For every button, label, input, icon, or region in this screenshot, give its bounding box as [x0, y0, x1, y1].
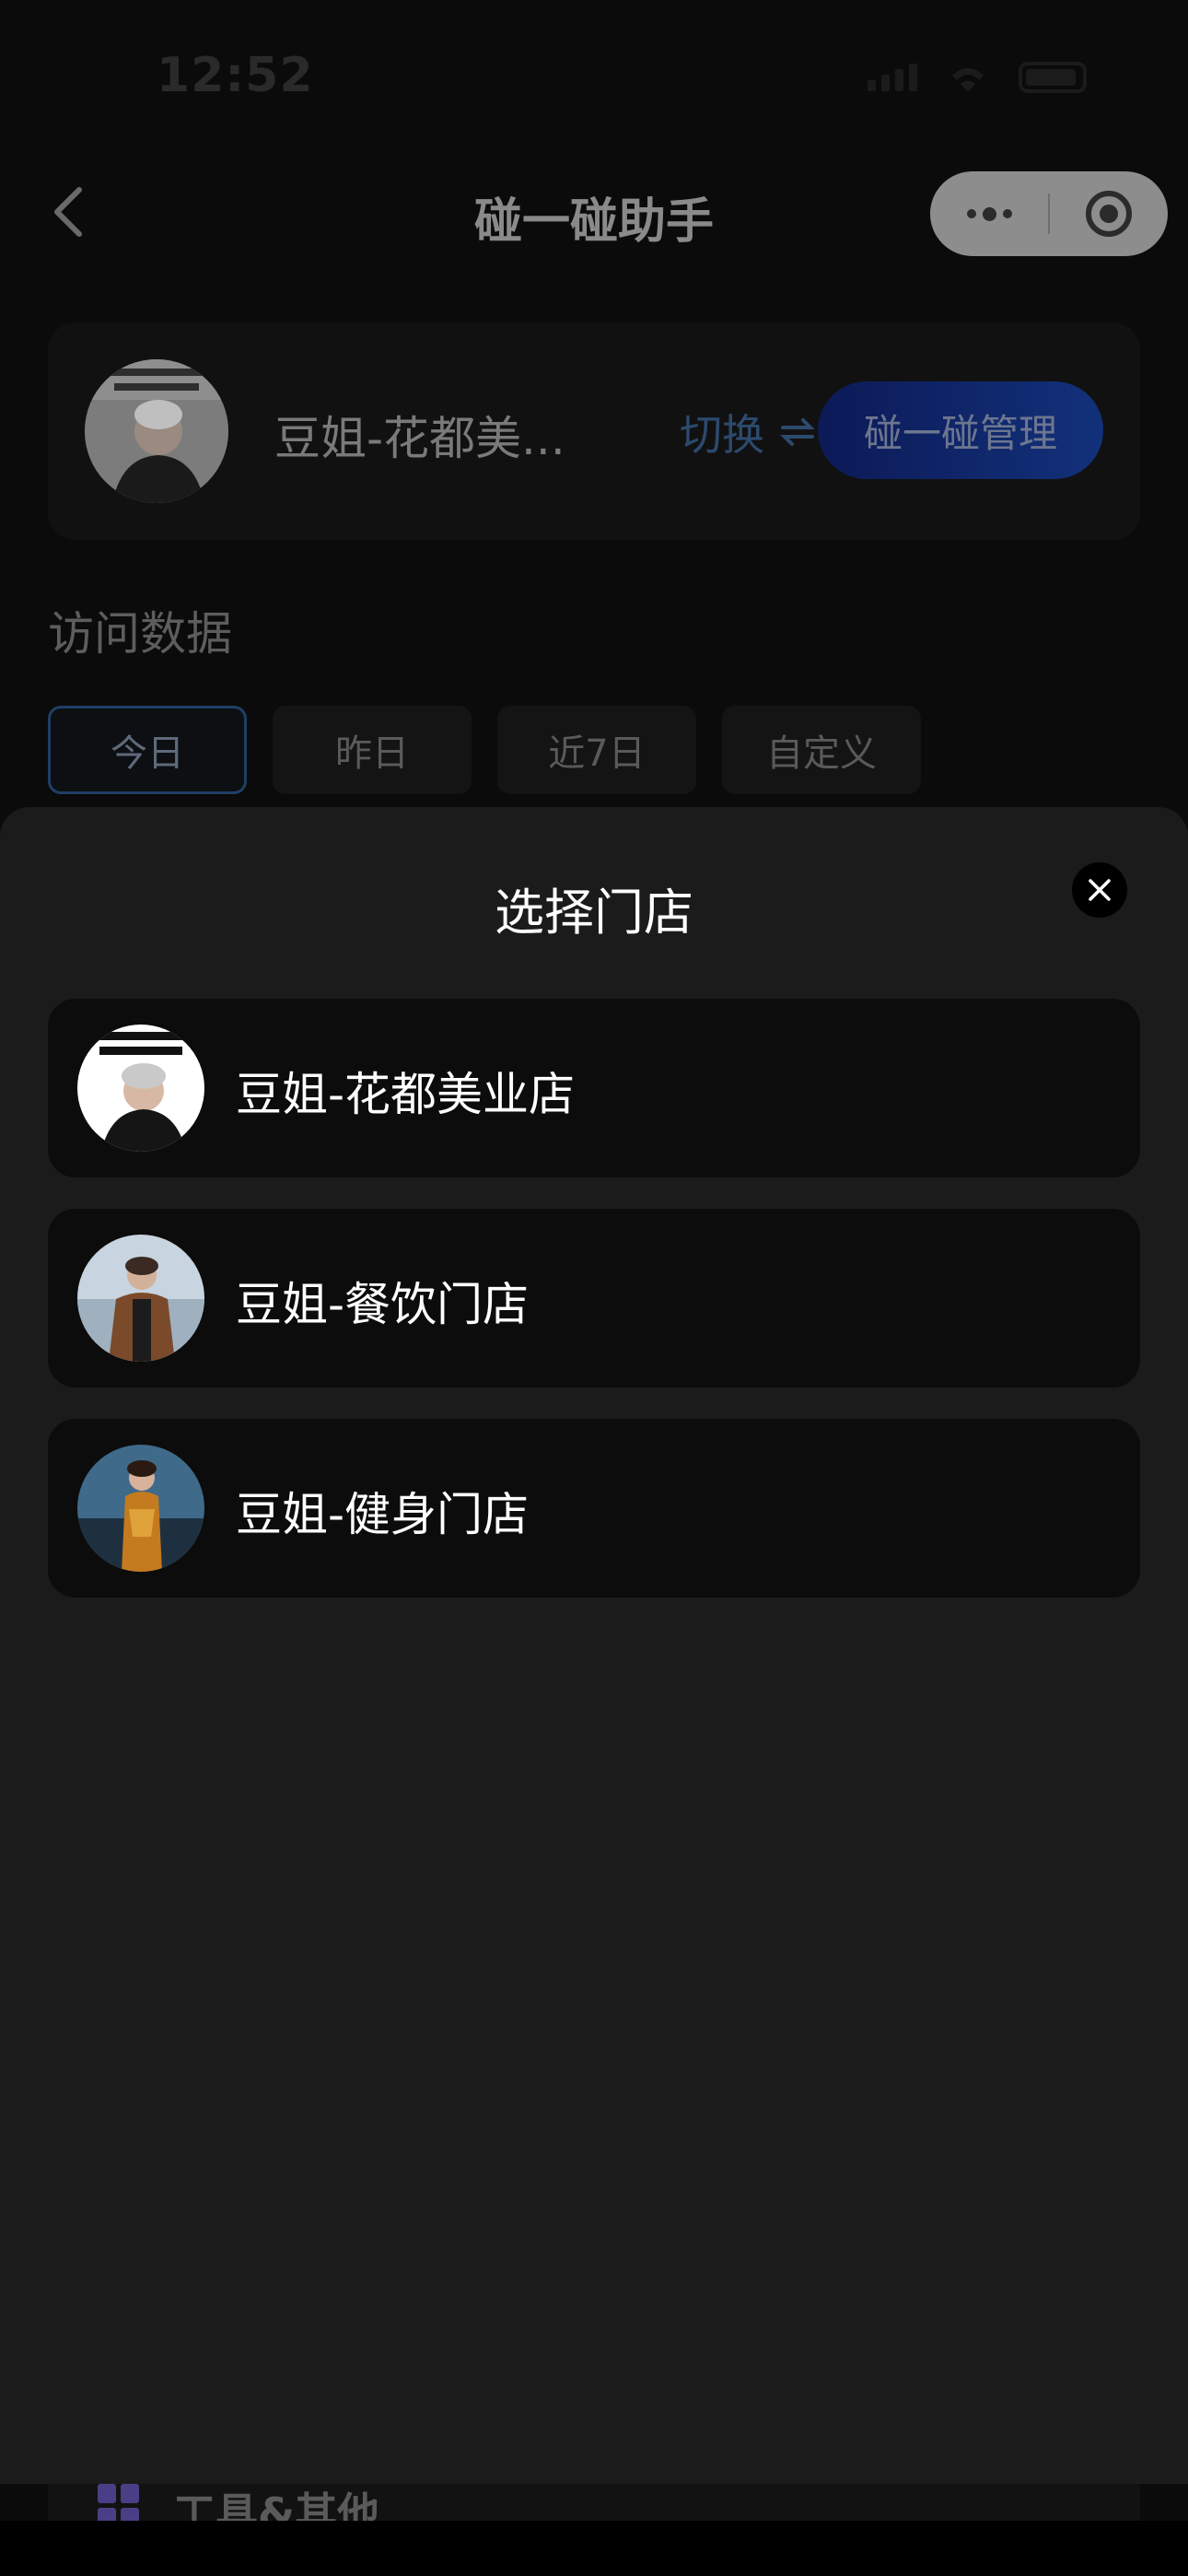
battery-icon	[1019, 62, 1087, 93]
store-item-name: 豆姐-健身门店	[236, 1488, 530, 1541]
store-item-fitness[interactable]: 豆姐-健身门店	[48, 1419, 1140, 1598]
tab-last-7-days[interactable]: 近7日	[497, 706, 696, 794]
nav-bar: 碰一碰助手	[0, 147, 1188, 276]
target-icon	[1086, 191, 1132, 237]
status-time: 12:52	[157, 48, 314, 103]
date-range-tabs: 今日 昨日 近7日 自定义	[48, 706, 921, 794]
status-bar: 12:52	[0, 0, 1188, 147]
close-button[interactable]	[1072, 862, 1127, 918]
store-avatar	[77, 1445, 204, 1572]
current-store-name: 豆姐-花都美...	[274, 412, 565, 465]
store-item-beauty[interactable]: 豆姐-花都美业店	[48, 999, 1140, 1177]
tools-grid-icon	[98, 2484, 140, 2521]
switch-store-label: 切换	[680, 410, 764, 460]
store-item-name: 豆姐-花都美业店	[236, 1068, 576, 1121]
switch-arrows-icon	[780, 418, 815, 446]
tools-section-peek: 工具&其他	[48, 2484, 1140, 2521]
manage-button[interactable]: 碰一碰管理	[818, 381, 1103, 479]
current-store-card: 豆姐-花都美... 切换 碰一碰管理	[48, 322, 1140, 540]
switch-store-link[interactable]: 切换	[680, 402, 816, 463]
cellular-signal-icon	[868, 64, 917, 91]
tools-section-label: 工具&其他	[173, 2488, 380, 2521]
wifi-icon	[952, 68, 984, 92]
more-options-button[interactable]	[930, 171, 1048, 256]
sheet-title: 选择门店	[495, 884, 693, 942]
mini-program-capsule	[930, 171, 1168, 256]
home-indicator-area	[0, 2521, 1188, 2576]
store-item-name: 豆姐-餐饮门店	[236, 1278, 530, 1331]
status-icons	[868, 61, 1087, 94]
visit-data-title: 访问数据	[48, 607, 232, 661]
store-avatar	[85, 359, 228, 503]
store-list: 豆姐-花都美业店 豆姐-餐饮门店 豆姐-健身门店	[48, 999, 1140, 1629]
close-mini-program-button[interactable]	[1050, 171, 1168, 256]
close-icon	[1089, 879, 1111, 901]
store-avatar	[77, 1025, 204, 1152]
store-item-catering[interactable]: 豆姐-餐饮门店	[48, 1209, 1140, 1388]
store-avatar	[77, 1235, 204, 1362]
store-picker-sheet: 选择门店 豆姐-花都美业店 豆姐-餐饮门店 豆姐-健身门店	[0, 807, 1188, 2484]
tab-custom[interactable]: 自定义	[722, 706, 921, 794]
tab-yesterday[interactable]: 昨日	[273, 706, 472, 794]
tab-today[interactable]: 今日	[48, 706, 247, 794]
screen: 12:52 碰一碰助手 豆姐-花都美... 切换 碰一碰管理 访问数据 今日 昨…	[0, 0, 1188, 2576]
